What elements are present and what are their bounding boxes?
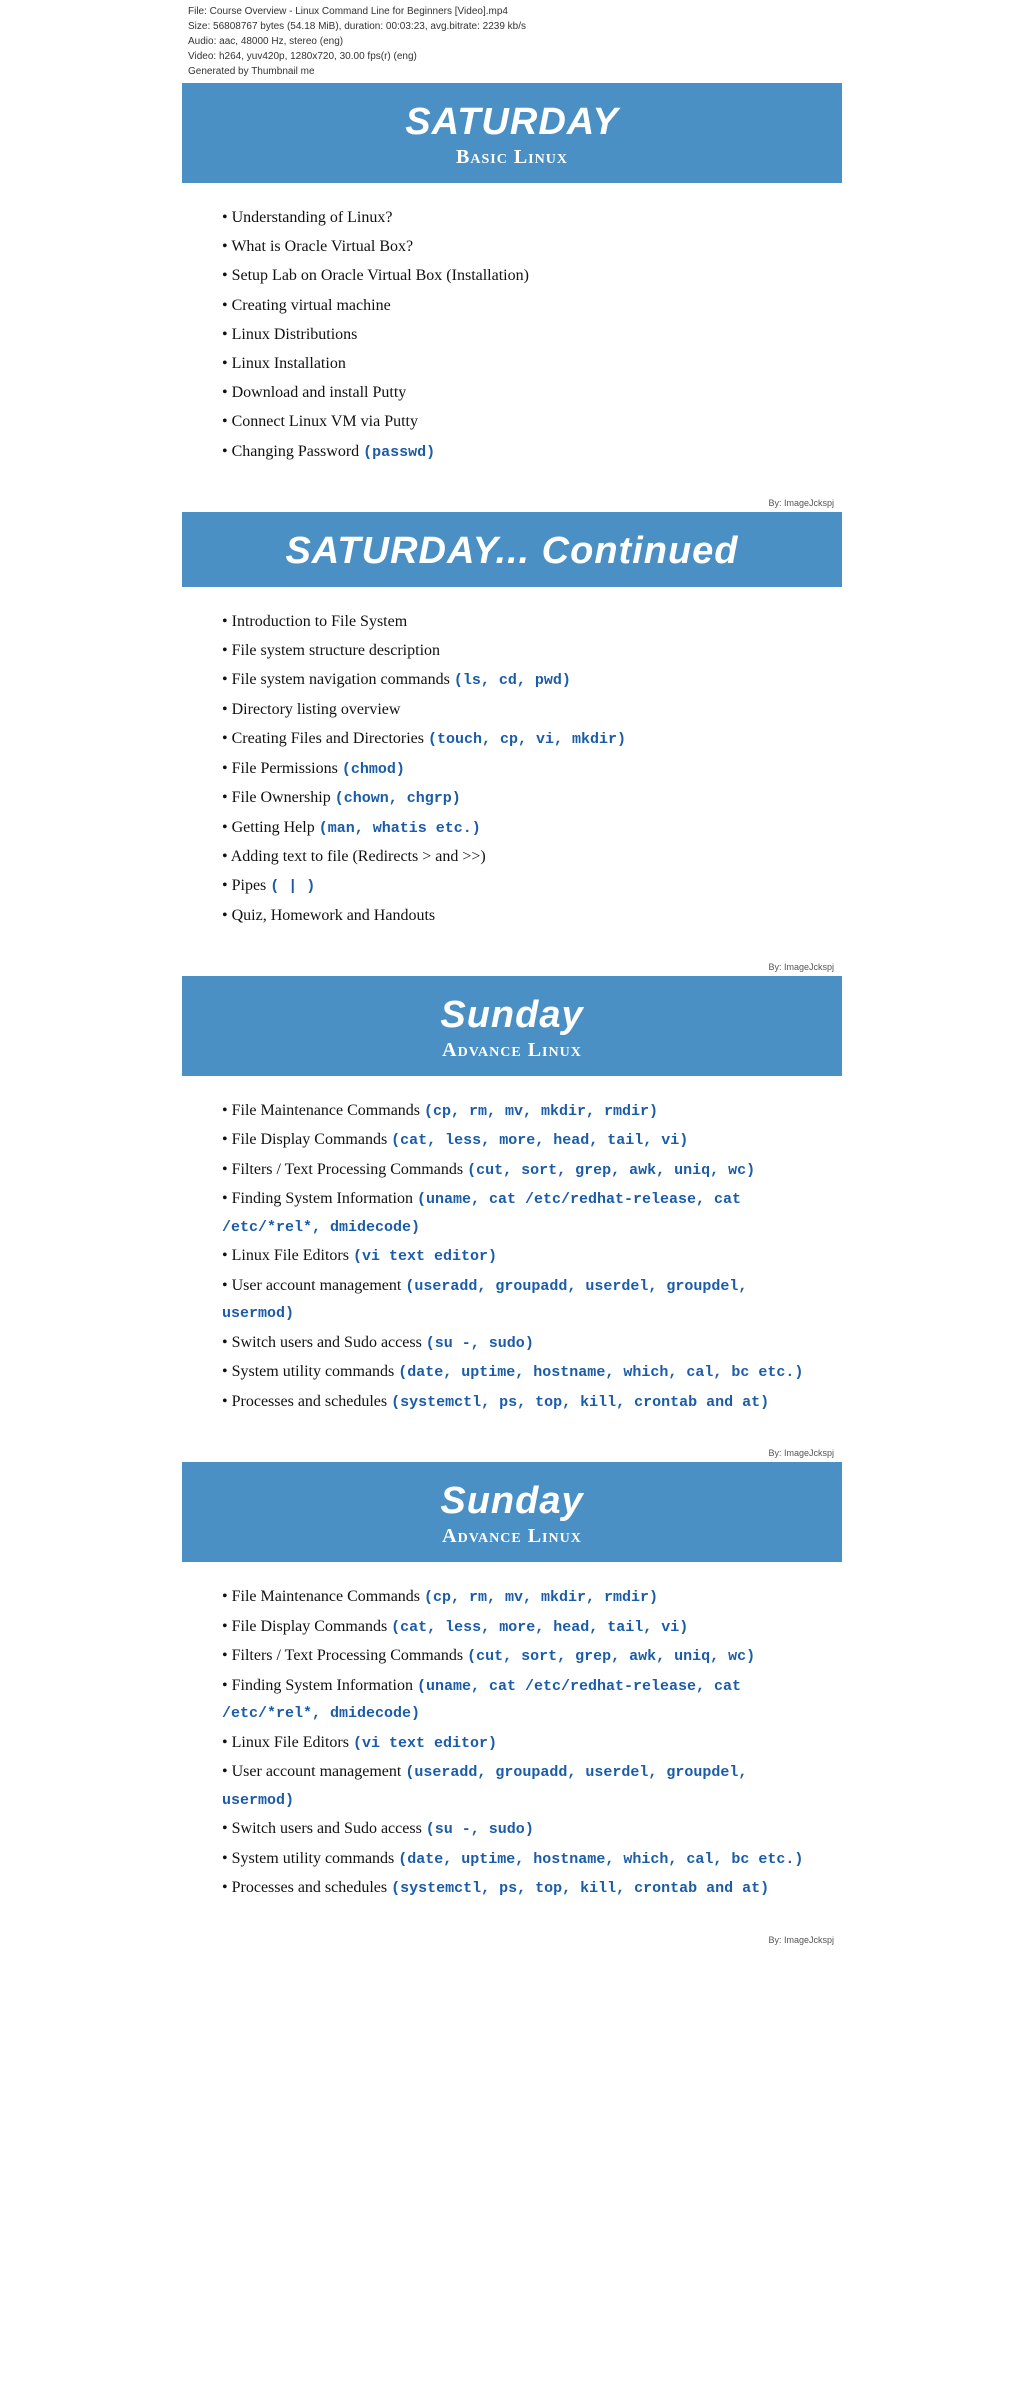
list-item: Creating Files and Directories (touch, c… [222, 724, 812, 754]
section3-watermark: By: ImageJckspj [182, 1446, 842, 1462]
list-item: Finding System Information (uname, cat /… [222, 1184, 812, 1241]
section1-title-sub: Basic Linux [192, 146, 832, 169]
list-item: Switch users and Sudo access (su -, sudo… [222, 1814, 812, 1844]
section4-list: File Maintenance Commands (cp, rm, mv, m… [222, 1582, 812, 1903]
list-item: File Ownership (chown, chgrp) [222, 783, 812, 813]
list-item: What is Oracle Virtual Box? [222, 232, 812, 261]
list-item: Processes and schedules (systemctl, ps, … [222, 1387, 812, 1417]
section4-title-main: Sunday [192, 1480, 832, 1523]
list-item: File Permissions (chmod) [222, 754, 812, 784]
section2-header: SATURDAY... Continued [182, 512, 842, 587]
list-item: Understanding of Linux? [222, 203, 812, 232]
file-info-line1: File: Course Overview - Linux Command Li… [188, 4, 836, 19]
list-item: Finding System Information (uname, cat /… [222, 1671, 812, 1728]
list-item: Download and install Putty [222, 378, 812, 407]
list-item: Adding text to file (Redirects > and >>) [222, 842, 812, 871]
file-info-line5: Generated by Thumbnail me [188, 64, 836, 79]
list-item: Filters / Text Processing Commands (cut,… [222, 1641, 812, 1671]
file-info-line4: Video: h264, yuv420p, 1280x720, 30.00 fp… [188, 49, 836, 64]
list-item: System utility commands (date, uptime, h… [222, 1844, 812, 1874]
file-info-line2: Size: 56808767 bytes (54.18 MiB), durati… [188, 19, 836, 34]
list-item: File system navigation commands (ls, cd,… [222, 665, 812, 695]
section3-header: Sunday Advance Linux [182, 976, 842, 1076]
list-item: File Display Commands (cat, less, more, … [222, 1125, 812, 1155]
file-info: File: Course Overview - Linux Command Li… [182, 0, 842, 83]
list-item: Switch users and Sudo access (su -, sudo… [222, 1328, 812, 1358]
section2-title-main: SATURDAY... Continued [192, 530, 832, 573]
section1-header: SATURDAY Basic Linux [182, 83, 842, 183]
section-saturday-continued: SATURDAY... Continued Introduction to Fi… [182, 512, 842, 976]
list-item: Linux Installation [222, 349, 812, 378]
list-item: Introduction to File System [222, 607, 812, 636]
section3-title-main: Sunday [192, 994, 832, 1037]
list-item: Linux Distributions [222, 320, 812, 349]
list-item: File system structure description [222, 636, 812, 665]
list-item: Directory listing overview [222, 695, 812, 724]
list-item: Creating virtual machine [222, 291, 812, 320]
list-item: Quiz, Homework and Handouts [222, 901, 812, 930]
list-item: Pipes ( | ) [222, 871, 812, 901]
section3-list: File Maintenance Commands (cp, rm, mv, m… [222, 1096, 812, 1417]
list-item: Processes and schedules (systemctl, ps, … [222, 1873, 812, 1903]
section4-watermark: By: ImageJckspj [182, 1933, 842, 1949]
section3-content: File Maintenance Commands (cp, rm, mv, m… [182, 1076, 842, 1447]
section1-list: Understanding of Linux? What is Oracle V… [222, 203, 812, 466]
section3-title-sub: Advance Linux [192, 1039, 832, 1062]
section1-content: Understanding of Linux? What is Oracle V… [182, 183, 842, 496]
section2-watermark: By: ImageJckspj [182, 960, 842, 976]
section-sunday-2: Sunday Advance Linux File Maintenance Co… [182, 1462, 842, 1949]
list-item: Filters / Text Processing Commands (cut,… [222, 1155, 812, 1185]
section4-header: Sunday Advance Linux [182, 1462, 842, 1562]
section-sunday-1: Sunday Advance Linux File Maintenance Co… [182, 976, 842, 1463]
list-item: Changing Password (passwd) [222, 437, 812, 467]
section2-list: Introduction to File System File system … [222, 607, 812, 930]
file-info-line3: Audio: aac, 48000 Hz, stereo (eng) [188, 34, 836, 49]
section1-watermark: By: ImageJckspj [182, 496, 842, 512]
list-item: File Maintenance Commands (cp, rm, mv, m… [222, 1582, 812, 1612]
section1-title-main: SATURDAY [192, 101, 832, 144]
list-item: User account management (useradd, groupa… [222, 1757, 812, 1814]
list-item: File Display Commands (cat, less, more, … [222, 1612, 812, 1642]
section4-content: File Maintenance Commands (cp, rm, mv, m… [182, 1562, 842, 1933]
list-item: User account management (useradd, groupa… [222, 1271, 812, 1328]
list-item: File Maintenance Commands (cp, rm, mv, m… [222, 1096, 812, 1126]
list-item: Connect Linux VM via Putty [222, 407, 812, 436]
list-item: Linux File Editors (vi text editor) [222, 1241, 812, 1271]
section2-content: Introduction to File System File system … [182, 587, 842, 960]
list-item: Setup Lab on Oracle Virtual Box (Install… [222, 261, 812, 290]
section-saturday-basic: SATURDAY Basic Linux Understanding of Li… [182, 83, 842, 512]
list-item: Linux File Editors (vi text editor) [222, 1728, 812, 1758]
section4-title-sub: Advance Linux [192, 1525, 832, 1548]
list-item: System utility commands (date, uptime, h… [222, 1357, 812, 1387]
list-item: Getting Help (man, whatis etc.) [222, 813, 812, 843]
